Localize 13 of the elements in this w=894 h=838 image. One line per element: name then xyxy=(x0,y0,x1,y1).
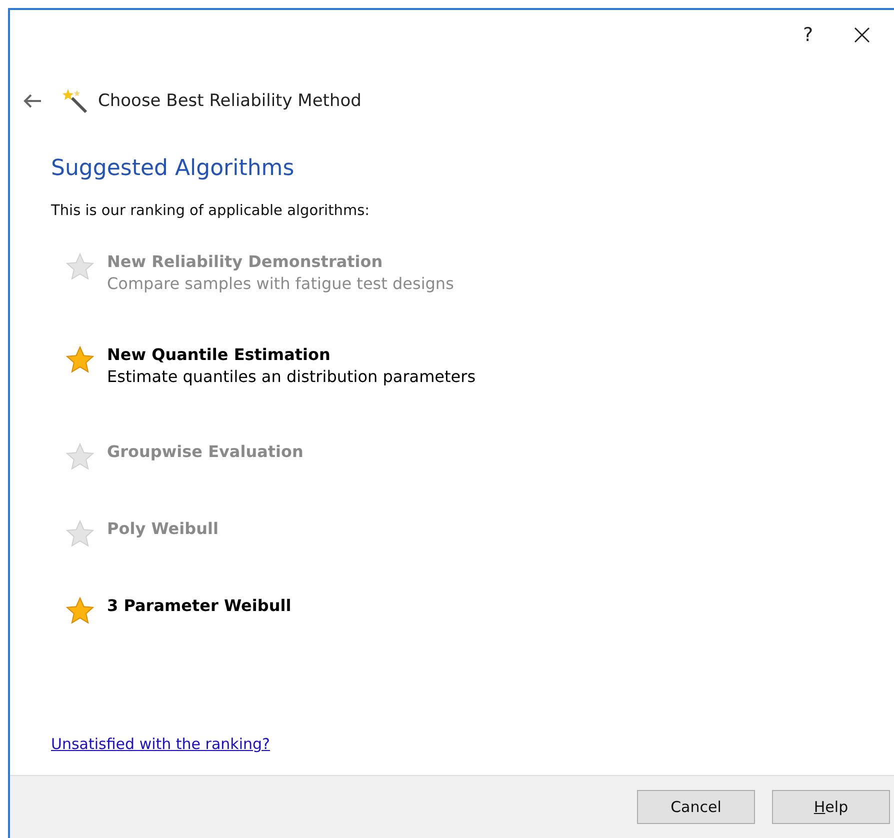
dialog-title: Choose Best Reliability Method xyxy=(98,91,362,111)
ranking-link[interactable]: Unsatisfied with the ranking? xyxy=(51,735,270,753)
algorithm-option[interactable]: 3 Parameter Weibull xyxy=(107,596,292,615)
magic-wand-icon xyxy=(62,88,90,114)
algorithm-description: Estimate quantiles an distribution parameters xyxy=(107,367,476,386)
algorithm-option[interactable]: New Quantile Estimation xyxy=(107,345,330,364)
dialog-button[interactable]: Cancel xyxy=(637,790,755,824)
help-button[interactable]: ? xyxy=(790,22,826,48)
algorithm-description: Compare samples with fatigue test designs xyxy=(107,274,454,293)
dialog-button[interactable]: Help xyxy=(772,790,890,824)
section-heading: Suggested Algorithms xyxy=(51,156,296,181)
close-icon xyxy=(853,26,871,44)
intro-text: This is our ranking of applicable algorithms: xyxy=(51,203,371,219)
